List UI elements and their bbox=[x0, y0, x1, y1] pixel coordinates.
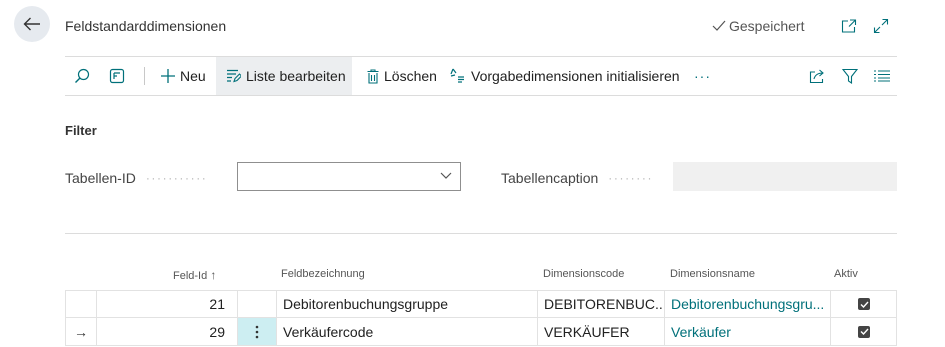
col-header-active[interactable]: Aktiv bbox=[834, 268, 858, 280]
search-button[interactable] bbox=[71, 57, 93, 95]
new-button[interactable]: Neu bbox=[155, 57, 212, 95]
table-row[interactable]: → 29 Verkäufercode VERKÄUFER Verkäufer bbox=[65, 318, 897, 346]
more-options-label: ··· bbox=[694, 68, 711, 84]
row-indicator bbox=[66, 291, 96, 317]
list-icon bbox=[874, 70, 890, 82]
dimension-code-cell[interactable]: VERKÄUFER bbox=[544, 318, 664, 345]
row-actions-cell[interactable] bbox=[238, 291, 276, 317]
dimension-name-link[interactable]: Debitorenbuchungsgru... bbox=[671, 291, 833, 317]
toolbar-divider bbox=[144, 67, 145, 85]
saved-status: Gespeichert bbox=[712, 18, 804, 34]
table-id-label: Tabellen-ID bbox=[65, 170, 136, 186]
table-caption-field-label: Tabellencaption ········ bbox=[501, 170, 653, 186]
new-button-label: Neu bbox=[180, 68, 206, 84]
section-divider bbox=[65, 233, 897, 234]
filter-icon bbox=[842, 68, 858, 84]
dimension-code-cell[interactable]: DEBITORENBUC... bbox=[544, 291, 664, 317]
arrow-left-icon bbox=[23, 17, 40, 31]
initialize-icon bbox=[450, 68, 464, 83]
open-new-window-icon[interactable] bbox=[839, 16, 859, 36]
field-id-cell[interactable]: 29 bbox=[97, 318, 225, 345]
share-icon bbox=[809, 69, 824, 83]
field-name-cell[interactable]: Debitorenbuchungsgruppe bbox=[283, 291, 535, 317]
page-title: Feldstandarddimensionen bbox=[65, 18, 227, 34]
toolbar-bottom-divider bbox=[65, 95, 897, 96]
field-name-cell[interactable]: Verkäufercode bbox=[283, 318, 535, 345]
table-caption-label: Tabellencaption bbox=[501, 170, 599, 186]
expand-icon[interactable] bbox=[871, 16, 891, 36]
edit-list-icon bbox=[227, 69, 241, 83]
delete-button[interactable]: Löschen bbox=[361, 57, 443, 95]
checkmark-icon bbox=[860, 301, 869, 308]
row-actions-menu-button[interactable] bbox=[238, 318, 276, 345]
active-checkbox[interactable] bbox=[858, 298, 870, 310]
share-button[interactable] bbox=[806, 57, 828, 95]
list-view-button[interactable] bbox=[871, 57, 893, 95]
col-header-field-id-label: Feld-Id bbox=[173, 270, 208, 282]
plus-icon bbox=[161, 69, 175, 83]
dimension-name-link[interactable]: Verkäufer bbox=[671, 318, 833, 345]
init-dimensions-button[interactable]: Vorgabedimensionen initialisieren bbox=[444, 57, 686, 95]
col-header-field-name[interactable]: Feldbezeichnung bbox=[281, 268, 365, 280]
table-id-combobox[interactable] bbox=[237, 162, 461, 191]
table-id-field-label: Tabellen-ID ··········· bbox=[65, 170, 207, 186]
leader-dots: ··········· bbox=[145, 171, 208, 185]
edit-list-label: Liste bearbeiten bbox=[246, 68, 346, 84]
edit-list-button[interactable]: Liste bearbeiten bbox=[216, 57, 352, 95]
saved-label: Gespeichert bbox=[729, 18, 805, 34]
init-dimensions-label: Vorgabedimensionen initialisieren bbox=[471, 68, 680, 84]
more-options-button[interactable]: ··· bbox=[694, 57, 711, 95]
checkmark-icon bbox=[860, 328, 869, 335]
chevron-down-icon bbox=[440, 172, 452, 179]
active-checkbox[interactable] bbox=[858, 325, 870, 338]
col-header-field-id[interactable]: Feld-Id ↑ bbox=[173, 268, 216, 282]
table-caption-value-box bbox=[673, 162, 897, 191]
col-header-dimension-name[interactable]: Dimensionsname bbox=[670, 268, 755, 280]
table-row[interactable]: 21 Debitorenbuchungsgruppe DEBITORENBUC.… bbox=[65, 290, 897, 318]
sort-ascending-icon: ↑ bbox=[210, 268, 217, 282]
delete-label: Löschen bbox=[384, 68, 437, 84]
active-cell bbox=[831, 291, 897, 317]
field-id-cell[interactable]: 21 bbox=[97, 291, 225, 317]
tiles-icon bbox=[109, 68, 125, 84]
col-header-dimension-code[interactable]: Dimensionscode bbox=[543, 268, 624, 280]
row-indicator-arrow-icon: → bbox=[74, 323, 88, 340]
search-icon bbox=[75, 68, 90, 83]
active-cell bbox=[831, 318, 897, 345]
more-vertical-icon bbox=[255, 325, 259, 338]
leader-dots: ········ bbox=[608, 171, 654, 185]
trash-icon bbox=[367, 68, 379, 84]
filter-section-title: Filter bbox=[65, 123, 97, 138]
check-icon bbox=[712, 20, 726, 31]
show-as-tiles-button[interactable] bbox=[106, 57, 128, 95]
action-toolbar: Neu Liste bearbeiten Löschen Vorgabedime… bbox=[65, 57, 897, 95]
filter-button[interactable] bbox=[839, 57, 861, 95]
back-button[interactable] bbox=[14, 6, 50, 42]
